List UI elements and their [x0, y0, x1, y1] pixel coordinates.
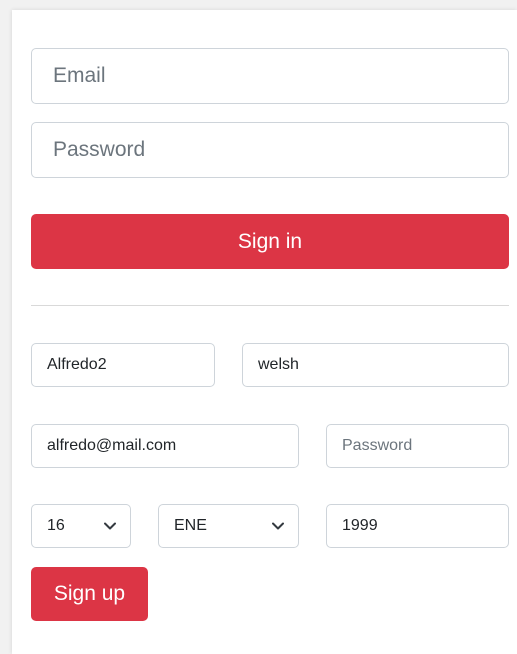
signup-email-value: alfredo@mail.com	[47, 437, 177, 454]
signin-password-placeholder: Password	[53, 138, 146, 161]
birth-month-value: ENE	[174, 517, 207, 534]
signin-email-placeholder: Email	[53, 64, 106, 87]
birth-day-select[interactable]: 16	[31, 504, 131, 548]
auth-card	[12, 10, 517, 654]
signin-button-label: Sign in	[237, 229, 303, 253]
signup-first-name-value: Alfredo2	[47, 356, 107, 373]
birth-day-value: 16	[47, 517, 65, 534]
birth-year-input[interactable]: 1999	[326, 504, 509, 548]
signup-last-name-value: welsh	[258, 356, 299, 373]
signin-button[interactable]: Sign in	[31, 214, 509, 269]
signup-password-input[interactable]: Password	[326, 424, 509, 468]
signup-password-placeholder: Password	[342, 437, 413, 454]
form-divider	[31, 305, 509, 306]
birth-year-value: 1999	[342, 517, 378, 534]
signup-last-name-input[interactable]: welsh	[242, 343, 509, 387]
birth-month-select[interactable]: ENE	[158, 504, 299, 548]
signup-button-label: Sign up	[53, 582, 126, 605]
signup-email-input[interactable]: alfredo@mail.com	[31, 424, 299, 468]
signup-button[interactable]: Sign up	[31, 567, 148, 621]
signin-email-input[interactable]: Email	[31, 48, 509, 104]
signin-password-input[interactable]: Password	[31, 122, 509, 178]
chevron-down-icon	[104, 522, 116, 530]
chevron-down-icon	[272, 522, 284, 530]
signup-first-name-input[interactable]: Alfredo2	[31, 343, 215, 387]
